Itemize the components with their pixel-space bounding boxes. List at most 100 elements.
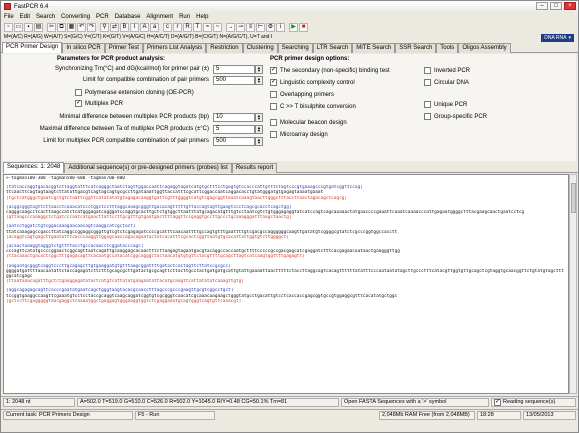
redo-button[interactable]: ↷ (87, 22, 96, 32)
print-button[interactable]: ▤ (34, 22, 43, 32)
microarray-checkbox[interactable]: Microarray design (270, 131, 328, 138)
find-icon: ⚲ (102, 24, 107, 30)
inverted-pcr-label: Inverted PCR (434, 67, 471, 74)
tree-button[interactable]: ⊢ (256, 22, 265, 32)
sync-input[interactable]: 5 (213, 65, 255, 74)
lower-case-button[interactable]: a (150, 22, 159, 32)
menu-search[interactable]: Search (36, 14, 55, 20)
alignment-button[interactable]: ≡ (246, 22, 255, 32)
probe-button[interactable]: ⊸ (236, 22, 245, 32)
tab-pcr-primer-design[interactable]: PCR Primer Design (2, 42, 63, 53)
group-specific-checkbox[interactable]: Group-specific PCR (424, 113, 487, 120)
close-button[interactable]: × (564, 2, 576, 10)
overlapping-box (270, 91, 277, 98)
replace-button[interactable]: ⇄ (110, 22, 119, 32)
overlapping-checkbox[interactable]: Overlapping primers (270, 91, 334, 98)
reverse-complement-button[interactable]: R (183, 22, 192, 32)
paste-button[interactable]: ▦ (67, 22, 76, 32)
options-button[interactable]: ⚙ (266, 22, 275, 32)
sequence-editor[interactable]: >-tagman100-300 -tagman500-600 -tagman70… (3, 174, 569, 394)
microarray-label: Microarray design (280, 131, 328, 138)
beacon-label: Molecular beacon design (280, 119, 347, 126)
linguistic-checkbox[interactable]: ✓ Linguistic complexity control (270, 79, 355, 86)
undo-button[interactable]: ↶ (77, 22, 86, 32)
limit-input[interactable]: 500 (213, 76, 255, 85)
menu-help[interactable]: Help (196, 14, 208, 20)
new-file-button[interactable]: ▫ (4, 22, 13, 32)
editor-scrollbar[interactable] (569, 174, 577, 394)
upper-case-button[interactable]: A (140, 22, 149, 32)
cut-button[interactable]: ✂ (47, 22, 56, 32)
tab-ltr-search[interactable]: LTR Search (312, 43, 353, 53)
limit-spinner[interactable]: ▲ ▼ (255, 76, 263, 85)
circular-dna-checkbox[interactable]: Circular DNA (424, 79, 469, 86)
dna-rna-label: DNA RNA (544, 35, 567, 41)
linguistic-box: ✓ (270, 79, 277, 86)
max-diff-input[interactable]: 5 (213, 125, 255, 134)
tab-primer-test[interactable]: Primer Test (104, 43, 143, 53)
maximize-button[interactable]: □ (550, 2, 562, 10)
primer-button[interactable]: → (226, 22, 235, 32)
run-button[interactable]: ▶ (289, 22, 298, 32)
copy-button[interactable]: ⧉ (57, 22, 66, 32)
min-diff-spinner[interactable]: ▲ ▼ (255, 113, 263, 122)
replace-icon: ⇄ (111, 24, 118, 30)
stop-button[interactable]: ■ (299, 22, 308, 32)
open-folder-button[interactable]: ▭ (14, 22, 23, 32)
inverted-pcr-checkbox[interactable]: Inverted PCR (424, 67, 470, 74)
microarray-box (270, 131, 277, 138)
multiplex-checkbox[interactable]: ✓ Multiplex PCR (75, 100, 123, 107)
min-diff-input[interactable]: 10 (213, 113, 255, 122)
italic-button[interactable]: I (130, 22, 139, 32)
dna-button[interactable]: ≈ (203, 22, 212, 32)
tab-additional-sequences[interactable]: Additional sequence(s) or pre-designed p… (64, 163, 232, 173)
tab-primers-list-analysis[interactable]: Primers List Analysis (142, 43, 207, 53)
sync-spinner[interactable]: ▲ ▼ (255, 65, 263, 74)
bold-button[interactable]: B (120, 22, 129, 32)
complement-button[interactable]: c (163, 22, 172, 32)
tab-in-silico-pcr[interactable]: In silico PCR (62, 43, 105, 53)
tab-mite-search[interactable]: MITE Search (352, 43, 396, 53)
menu-edit[interactable]: Edit (20, 14, 30, 20)
tab-results-report[interactable]: Results report (231, 163, 278, 173)
reverse-button[interactable]: r (173, 22, 182, 32)
menu-alignment[interactable]: Alignment (146, 14, 173, 20)
rna-button[interactable]: ~ (213, 22, 222, 32)
translate-button[interactable]: T (193, 22, 202, 32)
secondary-binding-checkbox[interactable]: ✓ The secondary (non-specific) binding t… (270, 67, 390, 74)
menu-run[interactable]: Run (179, 14, 190, 20)
dna-rna-toggle[interactable]: DNA RNA ▾ (541, 34, 574, 42)
find-button[interactable]: ⚲ (100, 22, 109, 32)
tab-ssr-search[interactable]: SSR Search (395, 43, 437, 53)
beacon-box (270, 119, 277, 126)
unique-pcr-checkbox[interactable]: Unique PCR (424, 101, 467, 108)
polymerase-label: Polymerase extension cloning (OE-PCR) (85, 89, 194, 96)
redo-icon: ↷ (88, 24, 95, 30)
limit-label: Limit for compatible combination of pair… (82, 77, 209, 83)
menu-file[interactable]: File (4, 14, 14, 20)
tab-oligos-assembly[interactable]: Oligos Assembly (458, 43, 511, 53)
limit-multi-label: Limit for multiplex PCR compatible combi… (43, 138, 209, 144)
reading-sequences-checkbox[interactable]: ✓ Reading sequence(s) (491, 398, 576, 407)
tab-restriction[interactable]: Restriction (206, 43, 243, 53)
beacon-checkbox[interactable]: Molecular beacon design (270, 119, 347, 126)
scrollbar-thumb[interactable] (571, 183, 576, 213)
limit-multi-input[interactable]: 500 (213, 137, 255, 146)
multiplex-label: Multiplex PCR (85, 100, 124, 107)
menu-pcr[interactable]: PCR (96, 14, 109, 20)
bisulphite-checkbox[interactable]: C >> T bisulphite conversion (270, 103, 356, 110)
menu-converting[interactable]: Converting (61, 14, 90, 20)
menu-database[interactable]: Database (115, 14, 141, 20)
max-diff-spinner[interactable]: ▲ ▼ (255, 125, 263, 134)
limit-multi-spinner[interactable]: ▲ ▼ (255, 137, 263, 146)
tab-clustering[interactable]: Clustering (242, 43, 278, 53)
info-button[interactable]: i (276, 22, 285, 32)
tab-searching[interactable]: Searching (277, 43, 313, 53)
save-button[interactable]: ▪ (24, 22, 33, 32)
minimize-button[interactable]: – (536, 2, 548, 10)
sequence-block: [aggcagagagcagttcacccgaatatgaatcagctgggt… (6, 288, 566, 308)
tab-tools[interactable]: Tools (436, 43, 459, 53)
translate-icon: T (195, 24, 200, 30)
polymerase-checkbox[interactable]: Polymerase extension cloning (OE-PCR) (75, 89, 194, 96)
tab-sequences[interactable]: Sequences: 1: 2048 (3, 162, 65, 173)
